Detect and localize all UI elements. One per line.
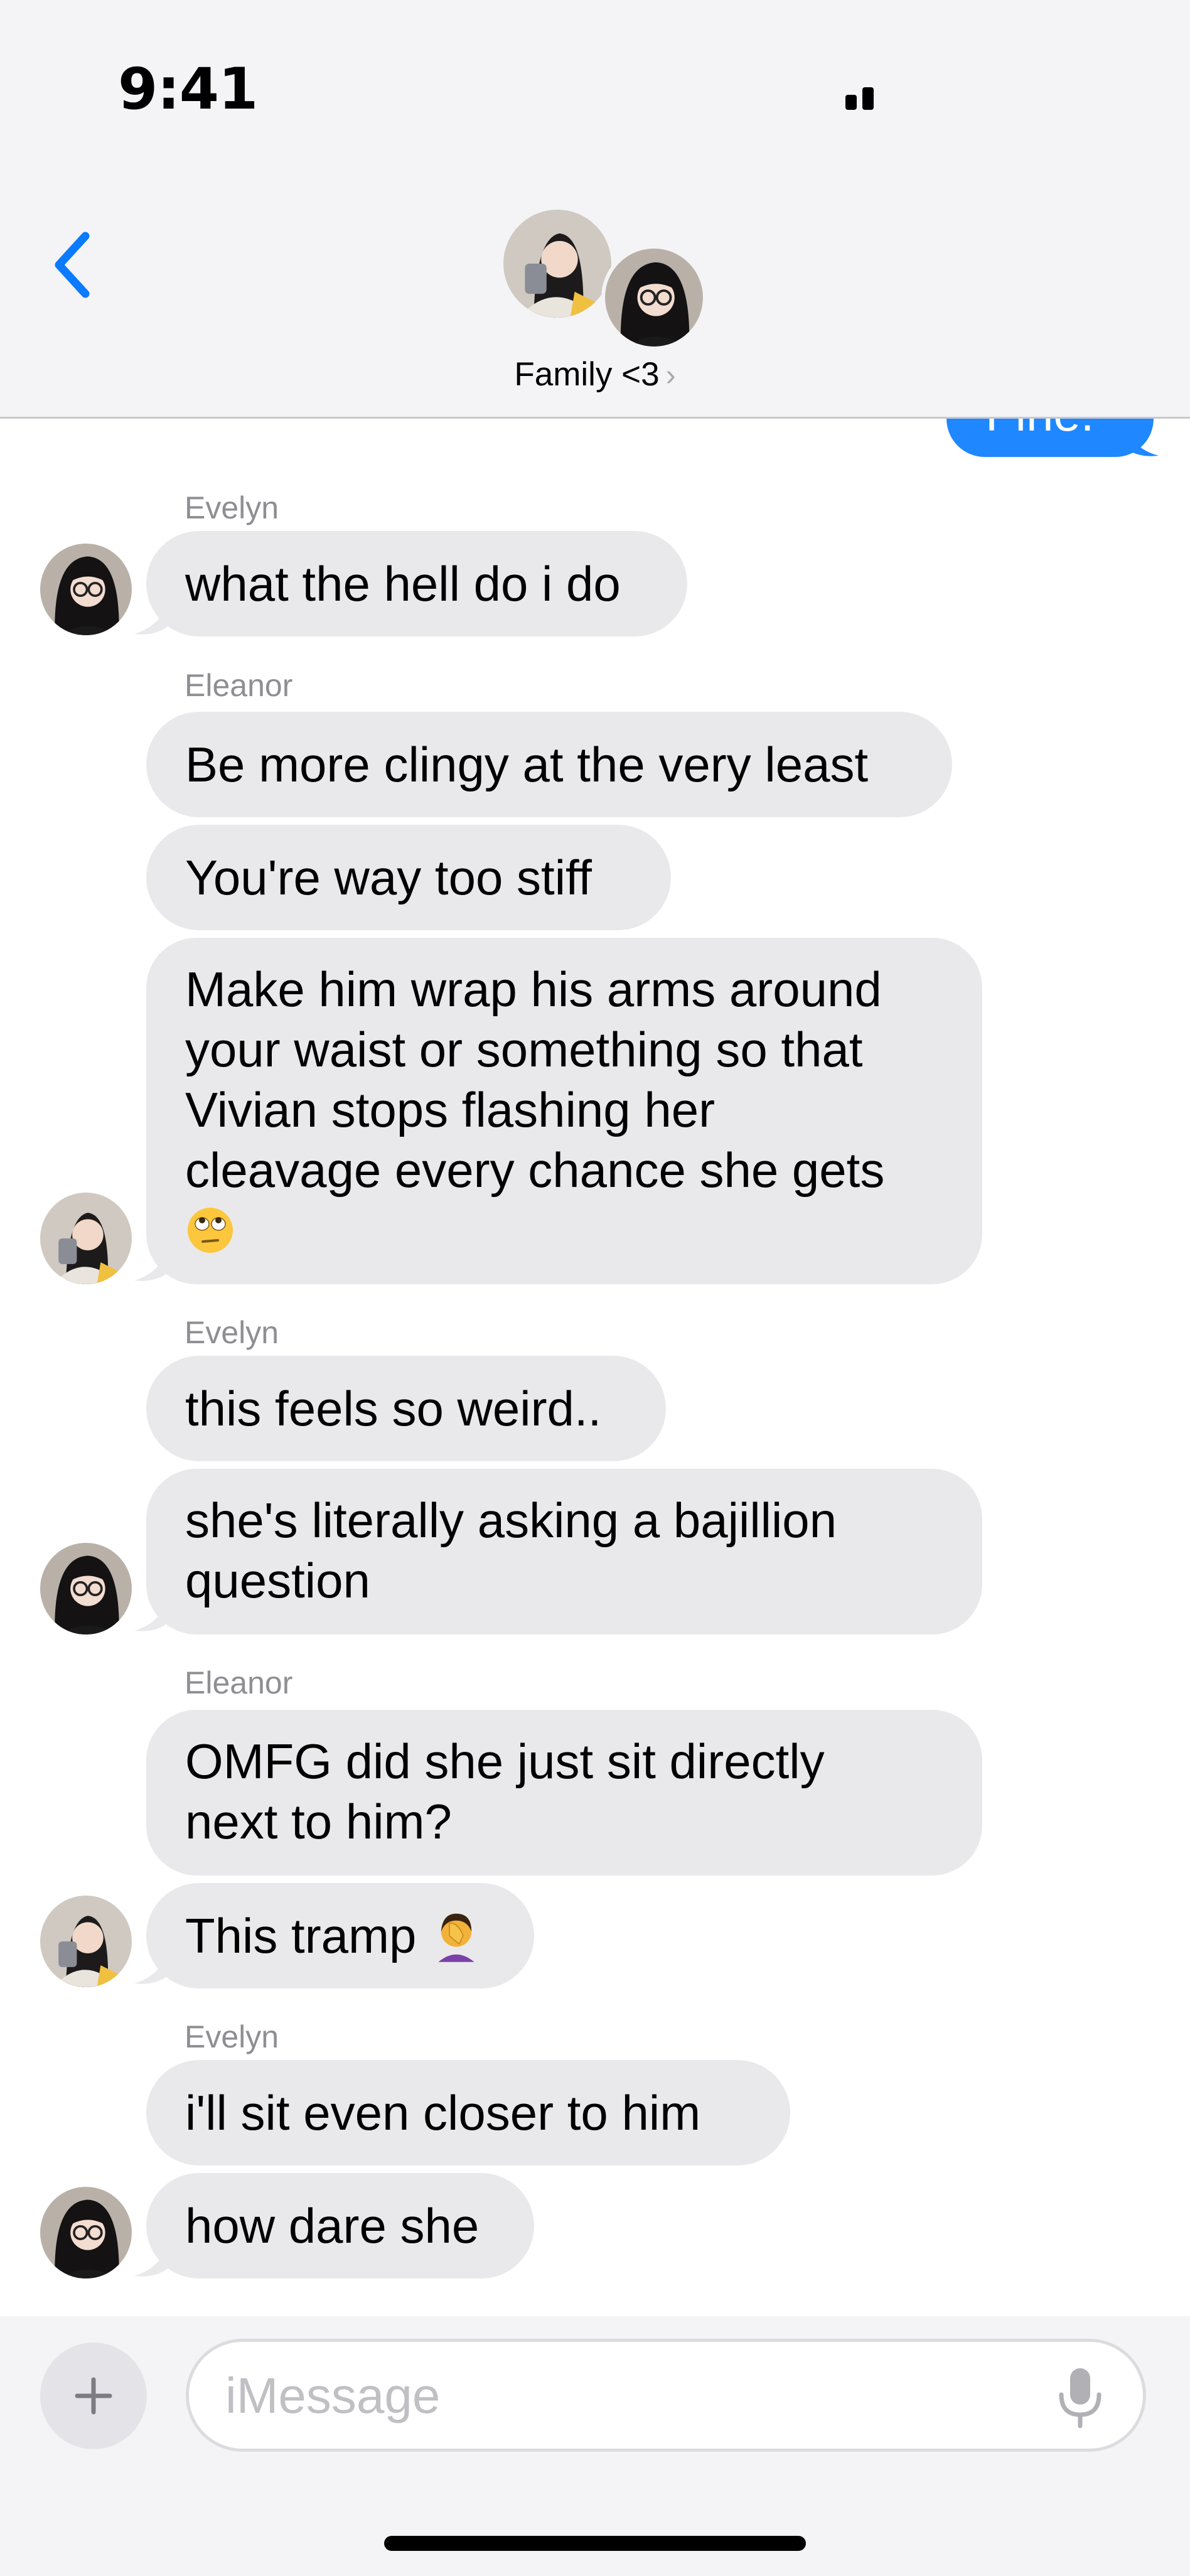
received-message-bubble[interactable]: what the hell do i do [146, 531, 687, 636]
received-message-bubble[interactable]: this feels so weird.. [146, 1356, 666, 1461]
status-time: 9:41 [118, 56, 258, 122]
header-divider [0, 417, 1190, 419]
message-line: OMFG did she just sit directly [185, 1734, 825, 1789]
sender-name: Eleanor [185, 1665, 293, 1700]
sender-name: Eleanor [185, 668, 293, 703]
message-line: she's literally asking a bajillion [185, 1493, 837, 1548]
plus-button[interactable] [40, 2343, 147, 2449]
group-name-label: Family <3 [514, 356, 660, 393]
plus-icon [75, 2377, 112, 2415]
message-text: OMFG did she just sit directly next to h… [185, 1731, 825, 1852]
received-message-bubble[interactable]: how dare she [146, 2173, 534, 2278]
back-chevron-icon[interactable] [46, 227, 103, 303]
message-text: Make him wrap his arms around your waist… [185, 959, 884, 1260]
microphone-icon[interactable] [1055, 2366, 1105, 2428]
chevron-right-icon: › [665, 359, 676, 392]
message-input-container[interactable] [186, 2339, 1146, 2452]
received-bubble-tail [134, 1946, 169, 1984]
group-avatar-evelyn[interactable] [601, 245, 707, 350]
avatar-eleanor[interactable] [40, 1896, 132, 1987]
group-avatar-eleanor[interactable] [500, 206, 615, 321]
woman-facepalming-emoji-icon [438, 1913, 475, 1962]
received-bubble-tail [134, 1593, 169, 1631]
avatar-evelyn[interactable] [40, 1543, 132, 1634]
message-text: i'll sit even closer to him [185, 2085, 701, 2140]
message-line: your waist or something so that [185, 1022, 863, 1077]
sender-name: Evelyn [185, 490, 279, 525]
received-message-bubble[interactable]: You're way too stiff [146, 825, 671, 930]
avatar-evelyn[interactable] [40, 544, 132, 635]
received-message-bubble[interactable]: Make him wrap his arms around your waist… [146, 938, 982, 1284]
message-text: what the hell do i do [185, 556, 621, 611]
message-text: Be more clingy at the very least [185, 737, 869, 792]
message-input[interactable] [224, 2361, 1030, 2431]
message-text: this feels so weird.. [185, 1381, 602, 1436]
home-indicator[interactable] [384, 2536, 806, 2551]
message-text: how dare she [185, 2198, 480, 2253]
message-line: Vivian stops flashing her [185, 1082, 716, 1137]
sender-name: Evelyn [185, 2019, 279, 2054]
received-message-bubble[interactable]: Be more clingy at the very least [146, 712, 952, 817]
received-message-bubble[interactable]: i'll sit even closer to him [146, 2060, 790, 2165]
message-text: This tramp [185, 1908, 417, 1963]
received-bubble-tail [134, 1243, 169, 1281]
message-line: question [185, 1553, 370, 1608]
received-bubble-tail [134, 596, 169, 635]
message-text: You're way too stiff [185, 850, 592, 905]
message-line: Make him wrap his arms around [185, 962, 882, 1017]
message-text: she's literally asking a bajillion quest… [185, 1490, 837, 1611]
message-line: cleavage every chance she gets [185, 1142, 885, 1198]
received-bubble-tail [134, 2238, 169, 2277]
avatar-evelyn[interactable] [40, 2187, 132, 2278]
received-message-bubble[interactable]: she's literally asking a bajillion quest… [146, 1469, 982, 1634]
avatar-eleanor[interactable] [40, 1193, 132, 1284]
eye-roll-emoji-icon [185, 1200, 884, 1260]
header-cover [879, 0, 1190, 417]
sent-bubble-tail [1123, 419, 1159, 456]
received-message-bubble[interactable]: This tramp [146, 1883, 534, 1988]
message-line: next to him? [185, 1794, 452, 1849]
sender-name: Evelyn [185, 1315, 279, 1350]
received-message-bubble[interactable]: OMFG did she just sit directly next to h… [146, 1710, 982, 1876]
